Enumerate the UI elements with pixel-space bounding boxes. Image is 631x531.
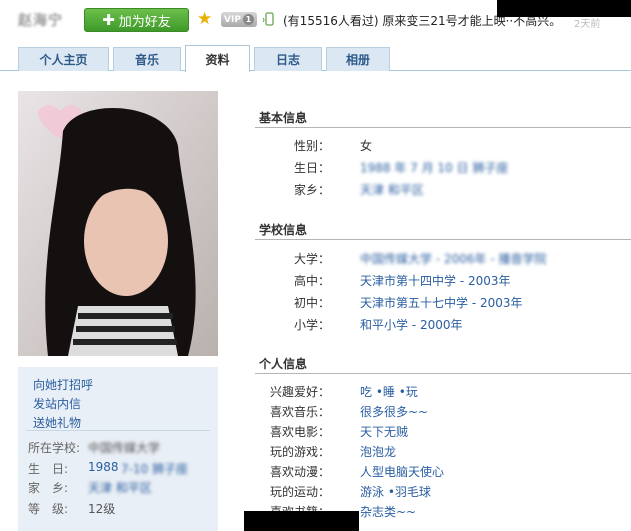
tab-album[interactable]: 相册 <box>326 47 390 71</box>
hobby-value[interactable]: 吃 •睡 •玩 <box>360 383 418 400</box>
book-value[interactable]: 杂志类~~ <box>360 503 416 520</box>
movie-label: 喜欢电影： <box>270 425 331 439</box>
birthday-value[interactable]: 7-10 狮子座 <box>121 460 188 477</box>
username: 赵海宁 <box>18 13 63 29</box>
section-divider <box>255 373 631 374</box>
sport-value[interactable]: 游泳 •羽毛球 <box>360 483 431 500</box>
movie-value[interactable]: 天下无贼 <box>360 423 408 440</box>
school-value[interactable]: 中国传媒大学 <box>88 439 160 456</box>
tab-label: 日志 <box>275 53 300 67</box>
tab-profile[interactable]: 资料 <box>185 45 250 72</box>
add-friend-button[interactable]: ✚ 加为好友 <box>84 8 189 32</box>
gender-label: 性别： <box>294 139 331 153</box>
mobile-icon <box>262 12 274 26</box>
hometown-value[interactable]: 天津 和平区 <box>88 479 152 496</box>
tab-label: 个人主页 <box>39 53 88 67</box>
star-icon[interactable]: ★ <box>197 9 212 29</box>
personal-info-title: 个人信息 <box>259 357 308 371</box>
level-value: 12级 <box>88 502 116 516</box>
primaryschool-value[interactable]: 和平小学 - 2000年 <box>360 316 463 333</box>
section-divider <box>255 127 631 128</box>
school-info-title: 学校信息 <box>259 223 308 237</box>
tab-label: 音乐 <box>134 53 159 67</box>
university-label: 大学： <box>294 252 331 266</box>
level-label: 等 级: <box>28 502 69 516</box>
highschool-label: 高中： <box>294 274 331 288</box>
anime-value[interactable]: 人型电脑天使心 <box>360 463 444 480</box>
hometown-value[interactable]: 天津 和平区 <box>360 181 424 198</box>
send-gift-link[interactable]: 送她礼物 <box>33 414 81 431</box>
sidebar-divider <box>26 430 210 431</box>
middleschool-value[interactable]: 天津市第五十七中学 - 2003年 <box>360 294 523 311</box>
birthday-value[interactable]: 1988 年 7 月 10 日 狮子座 <box>360 159 508 176</box>
school-label: 所在学校: <box>28 441 81 455</box>
vip-badge[interactable]: VIP 1 <box>221 12 257 27</box>
birthday-label: 生日： <box>294 161 331 175</box>
section-divider <box>255 239 631 240</box>
profile-tabs: 个人主页 音乐 资料 日志 相册 <box>0 45 631 72</box>
middleschool-label: 初中： <box>294 296 331 310</box>
greet-link[interactable]: 向她打招呼 <box>33 376 93 393</box>
music-label: 喜欢音乐： <box>270 405 331 419</box>
sport-label: 玩的运动： <box>270 485 331 499</box>
vip-label: VIP <box>224 14 241 25</box>
highschool-value[interactable]: 天津市第十四中学 - 2003年 <box>360 272 511 289</box>
send-message-link[interactable]: 发站内信 <box>33 395 81 412</box>
primaryschool-label: 小学： <box>294 318 331 332</box>
tab-music[interactable]: 音乐 <box>113 47 181 71</box>
status-time: 2天前 <box>574 19 601 30</box>
gender-value: 女 <box>360 139 373 153</box>
hometown-label: 家 乡: <box>28 481 69 495</box>
birthday-label: 生 日: <box>28 462 69 476</box>
hobby-label: 兴趣爱好： <box>270 385 331 399</box>
tab-label: 资料 <box>205 52 230 67</box>
basic-info-title: 基本信息 <box>259 111 308 125</box>
hometown-label: 家乡： <box>294 183 331 197</box>
tab-home[interactable]: 个人主页 <box>18 47 109 71</box>
game-value[interactable]: 泡泡龙 <box>360 443 396 460</box>
tab-blog[interactable]: 日志 <box>254 47 322 71</box>
birthday-year[interactable]: 1988 <box>88 460 119 474</box>
profile-sidebar: 向她打招呼 发站内信 送她礼物 所在学校: 中国传媒大学 生 日: 1988 7… <box>18 367 218 531</box>
plus-icon: ✚ <box>102 11 115 29</box>
game-label: 玩的游戏： <box>270 445 331 459</box>
tab-label: 相册 <box>345 53 370 67</box>
add-friend-label: 加为好友 <box>118 14 171 30</box>
music-value[interactable]: 很多很多~~ <box>360 403 428 420</box>
vip-level: 1 <box>242 14 254 25</box>
anime-label: 喜欢动漫： <box>270 465 331 479</box>
university-value[interactable]: 中国传媒大学 - 2006年 - 播音学院 <box>360 250 546 267</box>
redaction-block <box>244 511 359 531</box>
profile-photo[interactable] <box>18 91 218 356</box>
redaction-block <box>497 0 631 17</box>
